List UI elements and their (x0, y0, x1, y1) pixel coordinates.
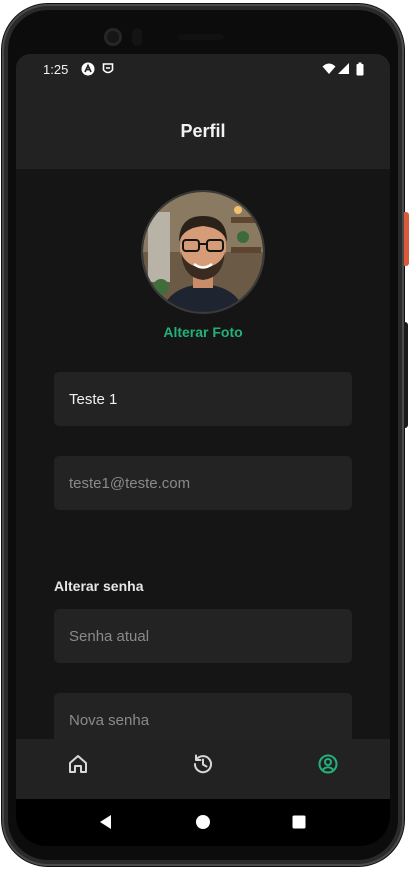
home-circle-icon[interactable] (192, 811, 214, 833)
history-icon (193, 754, 212, 774)
current-password-field[interactable]: Senha atual (54, 609, 352, 663)
tab-home[interactable] (63, 749, 93, 779)
volume-button (404, 322, 408, 428)
name-field[interactable]: Teste 1 (54, 372, 352, 426)
system-navigation-bar (16, 799, 390, 846)
battery-icon (356, 62, 364, 76)
shield-notification-icon (102, 63, 114, 74)
power-button (404, 212, 409, 266)
back-icon[interactable] (95, 811, 117, 833)
signal-icon (338, 63, 349, 74)
profile-icon (318, 754, 338, 774)
profile-avatar[interactable] (143, 192, 263, 312)
app-notification-icon (81, 62, 95, 76)
bottom-tab-bar (16, 739, 390, 799)
recents-icon[interactable] (288, 811, 310, 833)
change-photo-button[interactable]: Alterar Foto (16, 324, 390, 340)
wifi-icon (322, 63, 336, 74)
status-time: 1:25 (43, 62, 69, 77)
profile-photo (143, 192, 263, 312)
proximity-sensor (132, 28, 142, 46)
tab-profile[interactable] (313, 749, 343, 779)
status-bar: 1:25 (16, 54, 390, 86)
earpiece-speaker (178, 34, 224, 40)
tab-history[interactable] (188, 749, 218, 779)
front-camera (104, 28, 122, 46)
page-title: Perfil (180, 121, 226, 141)
home-icon (69, 755, 87, 773)
app-screen: 1:25 Perfil Alterar Foto Teste 1 teste1@… (16, 54, 390, 846)
change-password-heading: Alterar senha (54, 578, 144, 594)
email-field[interactable]: teste1@teste.com (54, 456, 352, 510)
